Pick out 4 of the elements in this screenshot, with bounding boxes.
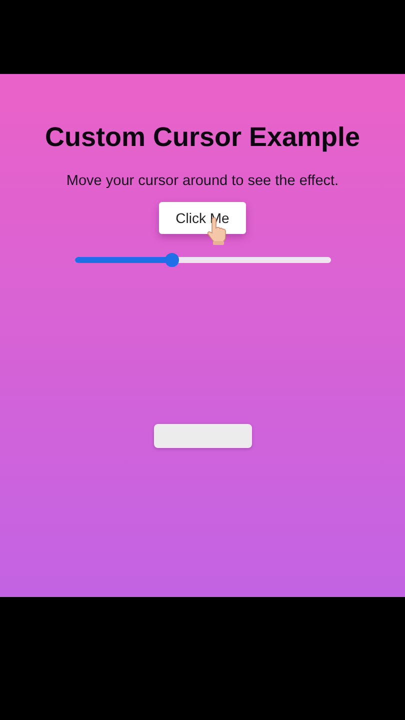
input-field[interactable]	[154, 424, 252, 448]
page-title: Custom Cursor Example	[44, 122, 360, 153]
slider-thumb[interactable]	[164, 253, 179, 267]
instruction-text: Move your cursor around to see the effect.	[66, 173, 339, 189]
